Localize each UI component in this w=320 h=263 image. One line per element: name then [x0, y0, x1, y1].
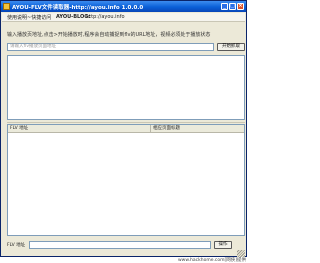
menu-item-site-link[interactable]: http://ayou.info [86, 14, 125, 20]
browser-view[interactable] [7, 55, 245, 120]
watermark-text: www.hackhome.com[网侠]提供 [178, 258, 247, 263]
flv-url-field[interactable] [29, 241, 211, 249]
operate-button[interactable]: 操作 [214, 241, 232, 249]
minimize-button[interactable]: _ [221, 3, 228, 10]
resize-grip[interactable] [237, 250, 245, 257]
flv-url-label: FLV 地址 [7, 243, 26, 248]
app-window: AYOU-FLV文件读取器-http://ayou.info 1.0.0.0 _… [0, 0, 247, 257]
title-bar[interactable]: AYOU-FLV文件读取器-http://ayou.info 1.0.0.0 _… [1, 1, 246, 12]
flv-list[interactable]: FLV 地址 相应页面标题 [7, 124, 245, 236]
start-capture-button[interactable]: 开始抓取 [217, 43, 245, 51]
window-title: AYOU-FLV文件读取器-http://ayou.info 1.0.0.0 [12, 5, 144, 11]
maximize-button[interactable]: □ [229, 3, 236, 10]
list-header: FLV 地址 相应页面标题 [8, 125, 244, 133]
menu-bar: 使用说明~快捷访问 AYOU-BLOG: http://ayou.info [2, 13, 245, 22]
app-icon [3, 3, 10, 10]
close-button[interactable]: × [237, 3, 244, 10]
menu-item-about[interactable]: 使用说明~快捷访问 [7, 14, 51, 21]
column-header-page-title[interactable]: 相应页面标题 [151, 125, 244, 132]
splitter[interactable] [7, 122, 245, 123]
column-header-flv-url[interactable]: FLV 地址 [8, 125, 151, 132]
instruction-text: 输入播放页地址,点击>开始播放时,程序会自动捕捉到flv的URL地址，视频必须处… [7, 32, 211, 38]
page-url-input[interactable]: 请输入flv播放页面地址 [7, 43, 214, 51]
